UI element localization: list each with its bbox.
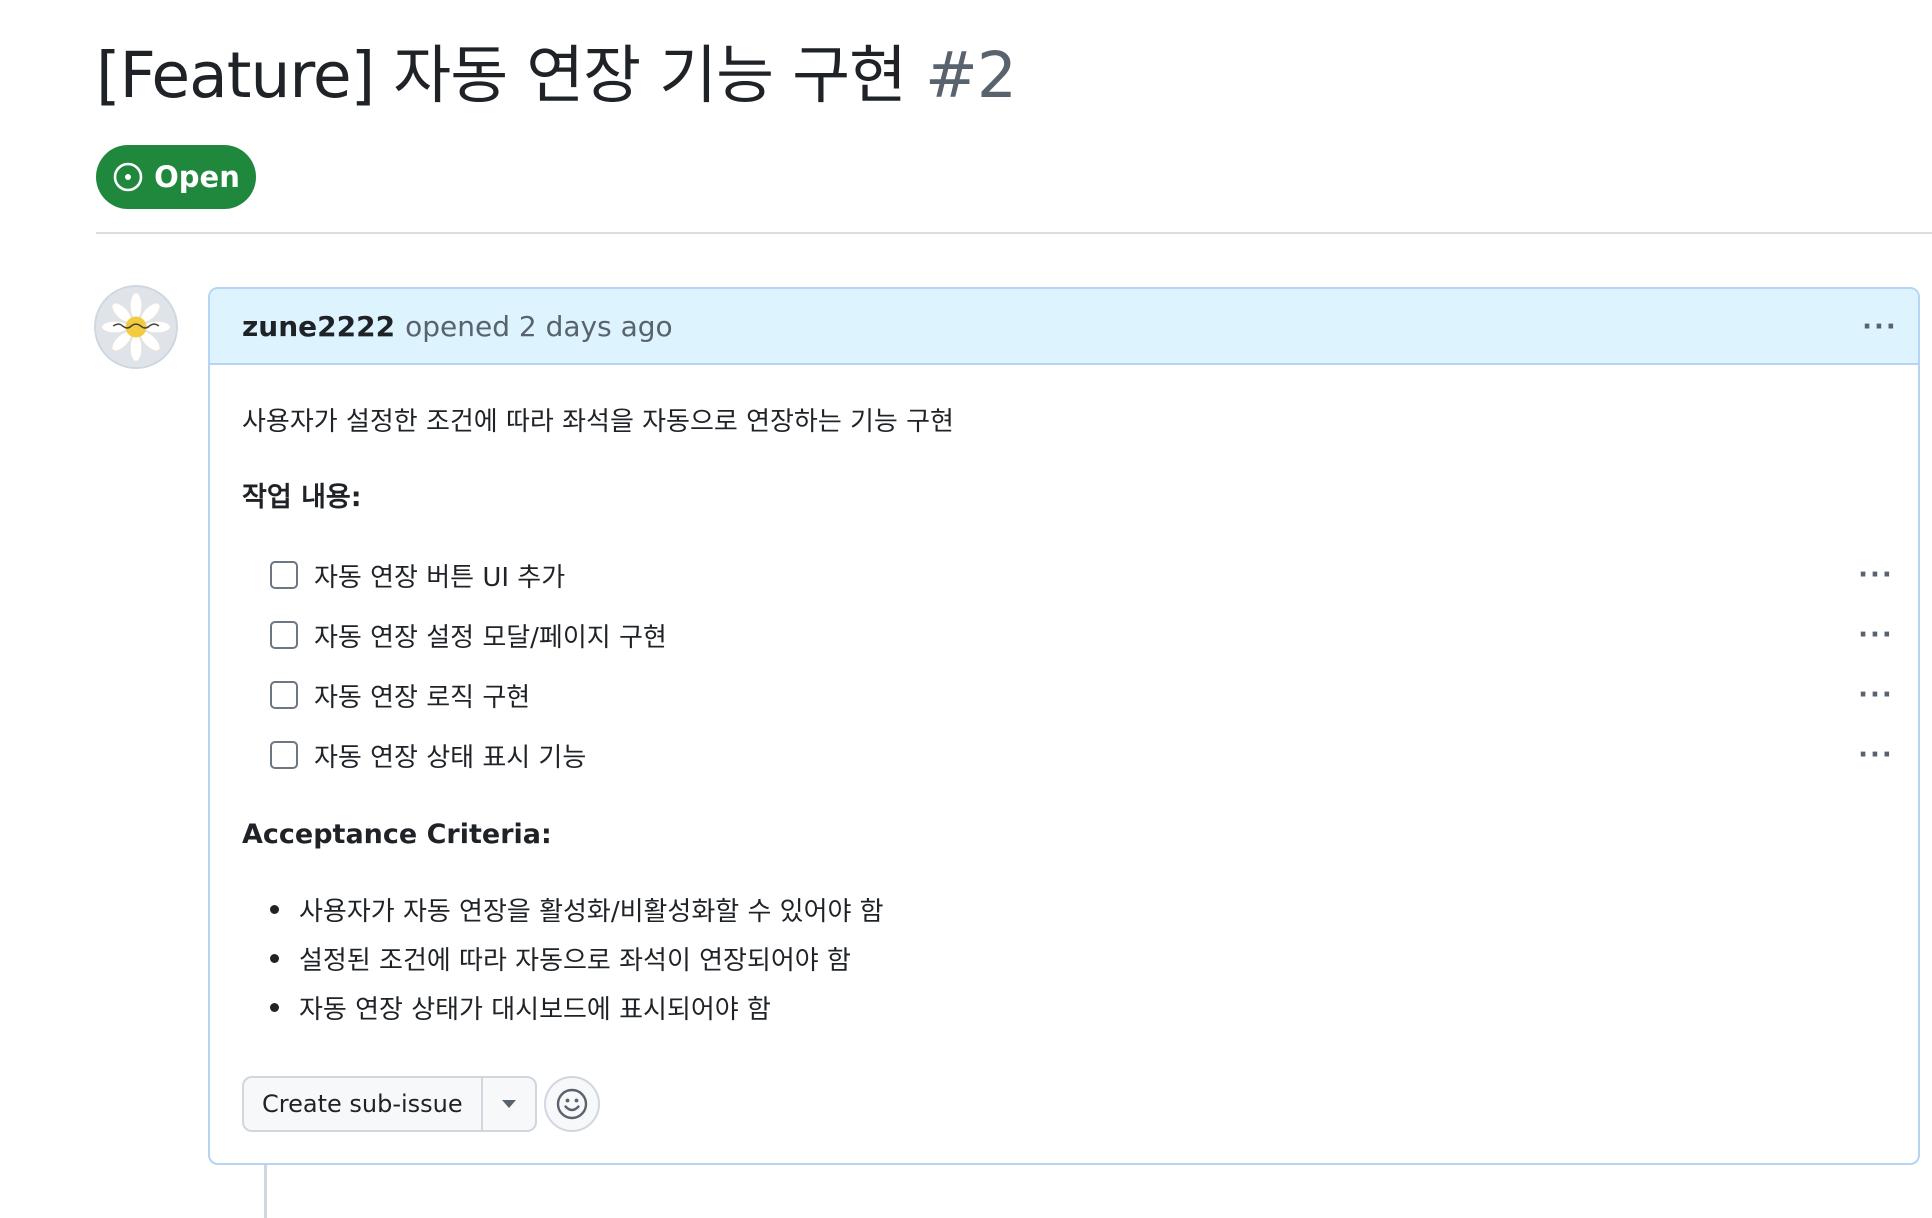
task-item: 자동 연장 상태 표시 기능 ··· [270,733,1900,777]
list-item-text: 자동 연장 상태가 대시보드에 표시되어야 함 [299,995,771,1025]
smiley-icon [556,1088,588,1120]
list-item: 사용자가 자동 연장을 활성화/비활성화할 수 있어야 함 [270,891,884,928]
task-checkbox[interactable] [270,621,298,649]
task-label: 자동 연장 설정 모달/페이지 구현 [314,622,667,653]
bullet-icon [270,905,279,914]
create-sub-issue-group: Create sub-issue [242,1076,537,1132]
list-item: 자동 연장 상태가 대시보드에 표시되어야 함 [270,989,771,1026]
add-reaction-button[interactable] [544,1076,600,1132]
acceptance-criteria-heading: Acceptance Criteria: [242,819,552,850]
sub-issue-dropdown-button[interactable] [483,1078,535,1130]
bullet-icon [270,954,279,963]
comment-timestamp: opened 2 days ago [405,309,673,343]
kebab-horizontal-icon[interactable]: ··· [1852,617,1900,653]
kebab-horizontal-icon[interactable]: ··· [1852,557,1900,593]
issue-title-text: [Feature] 자동 연장 기능 구현 [96,39,907,112]
timeline-connector [264,1165,267,1218]
kebab-horizontal-icon[interactable]: ··· [1852,737,1900,773]
task-label: 자동 연장 로직 구현 [314,682,531,713]
task-checkbox[interactable] [270,561,298,589]
status-badge: Open [96,145,256,209]
issue-comment: zune2222 opened 2 days ago ··· 사용자가 설정한 … [208,287,1920,1165]
task-item: 자동 연장 설정 모달/페이지 구현 ··· [270,613,1900,657]
task-item: 자동 연장 버튼 UI 추가 ··· [270,553,1900,597]
avatar[interactable] [94,285,178,369]
list-item-text: 사용자가 자동 연장을 활성화/비활성화할 수 있어야 함 [299,897,884,927]
bullet-icon [270,1003,279,1012]
tasks-heading: 작업 내용: [242,482,362,513]
list-item: 설정된 조건에 따라 자동으로 좌석이 연장되어야 함 [270,940,851,977]
kebab-horizontal-icon[interactable]: ··· [1852,677,1900,713]
task-item: 자동 연장 로직 구현 ··· [270,673,1900,717]
issue-opened-icon [113,162,143,192]
create-sub-issue-button[interactable]: Create sub-issue [244,1078,483,1130]
comment-header: zune2222 opened 2 days ago ··· [210,289,1918,365]
issue-title: [Feature] 자동 연장 기능 구현 #2 [96,36,1017,116]
header-divider [96,232,1932,234]
task-checkbox[interactable] [270,741,298,769]
daisy-avatar-image [96,287,176,367]
triangle-down-icon [501,1100,516,1108]
issue-page: [Feature] 자동 연장 기능 구현 #2 Open zune2222 o… [0,0,1932,1218]
task-label: 자동 연장 상태 표시 기능 [314,742,587,773]
task-label: 자동 연장 버튼 UI 추가 [314,562,566,593]
list-item-text: 설정된 조건에 따라 자동으로 좌석이 연장되어야 함 [299,946,851,976]
author-link[interactable]: zune2222 [242,310,395,343]
issue-number: #2 [925,39,1017,112]
kebab-horizontal-icon[interactable]: ··· [1856,309,1904,345]
status-badge-label: Open [154,160,240,194]
issue-description: 사용자가 설정한 조건에 따라 좌석을 자동으로 연장하는 기능 구현 [242,407,954,437]
task-checkbox[interactable] [270,681,298,709]
